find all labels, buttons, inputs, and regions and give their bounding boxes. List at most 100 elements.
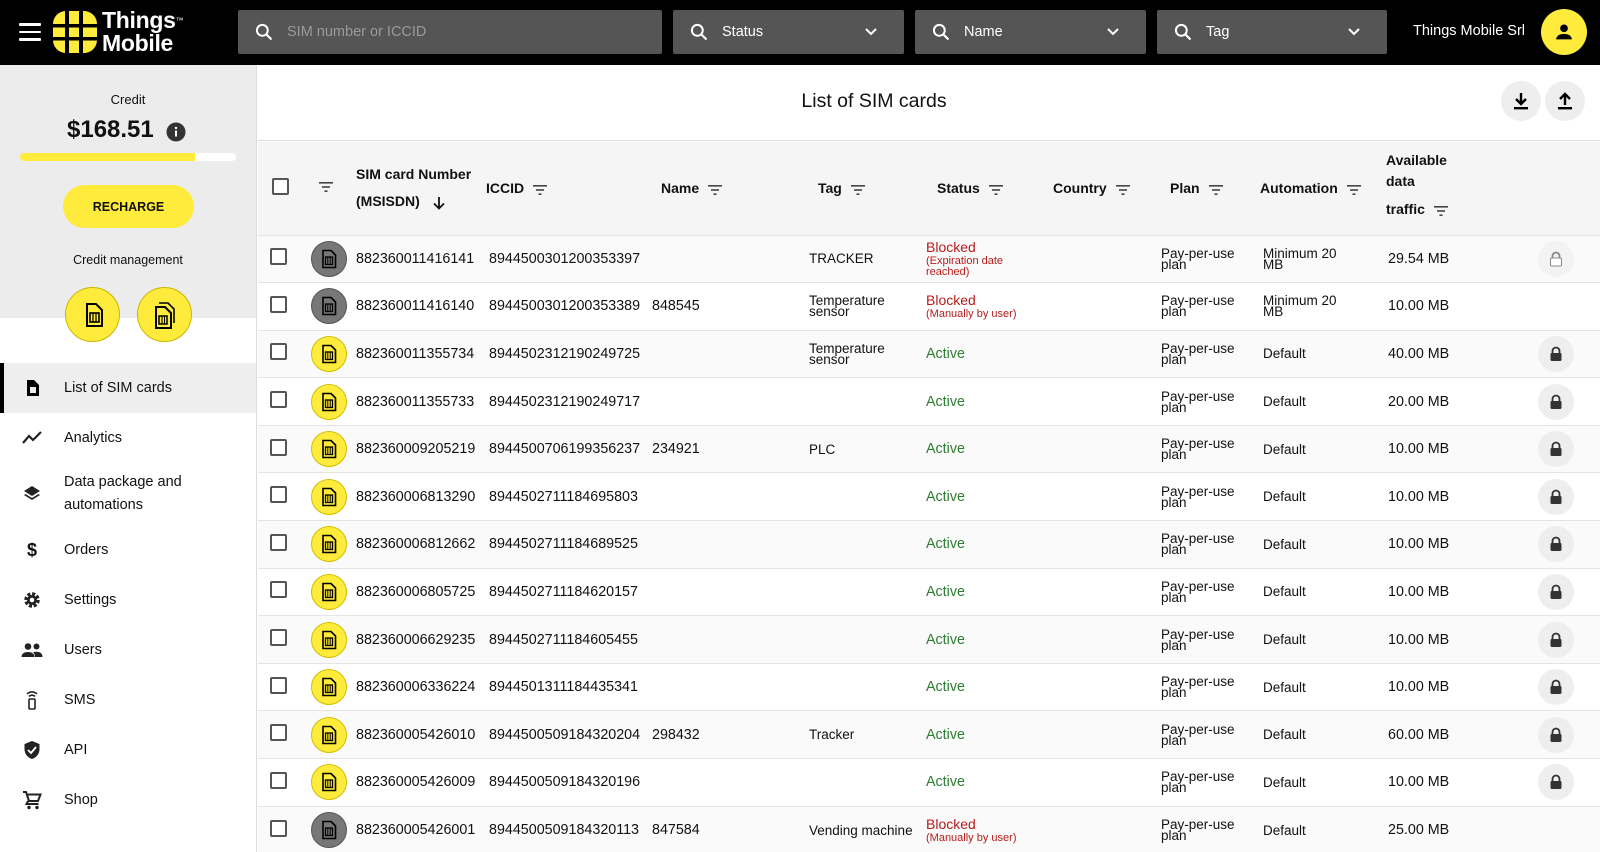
table-row[interactable]: 882360006805725 8944502711184620157 Acti… [258, 568, 1600, 616]
status-reason: (Manually by user) [926, 308, 1017, 321]
row-checkbox[interactable] [270, 819, 287, 837]
sidebar-item-data-package[interactable]: Data package and automations [0, 463, 256, 525]
table-row[interactable]: 882360006812662 8944502711184689525 Acti… [258, 520, 1600, 569]
lock-button[interactable] [1538, 383, 1574, 420]
row-checkbox[interactable] [270, 438, 287, 456]
lock-button[interactable] [1538, 335, 1574, 372]
lock-button[interactable] [1538, 716, 1574, 753]
sim-search-input[interactable]: SIM number or ICCID [238, 10, 662, 54]
select-all-checkbox[interactable] [272, 178, 289, 196]
msisdn-cell: 882360006813290 [356, 488, 476, 505]
filter-icon[interactable] [1208, 184, 1224, 196]
column-header-msisdn-sub[interactable]: (MSISDN) [356, 193, 420, 209]
table-row[interactable]: 882360009205219 8944500706199356237 2349… [258, 425, 1600, 473]
lock-button[interactable] [1538, 240, 1574, 277]
table-row[interactable]: 882360005426009 8944500509184320196 Acti… [258, 758, 1600, 807]
row-checkbox[interactable] [270, 771, 287, 789]
filter-icon[interactable] [988, 184, 1004, 196]
filter-icon[interactable] [1433, 205, 1449, 217]
upload-button[interactable] [1545, 81, 1585, 121]
download-button[interactable] [1501, 81, 1541, 121]
antenna-icon [21, 689, 43, 711]
name-cell [649, 663, 806, 711]
lock-button[interactable] [1538, 669, 1574, 706]
column-header-traffic-3[interactable]: traffic [1386, 201, 1425, 217]
logo-line2: Mobile [102, 30, 174, 56]
sidebar-item-api[interactable]: API [0, 725, 256, 775]
row-checkbox[interactable] [270, 486, 287, 504]
sidebar-item-orders[interactable]: $ Orders [0, 525, 256, 575]
lock-button[interactable] [1538, 526, 1574, 563]
sim-status-badge [311, 669, 347, 706]
sidebar-item-sms[interactable]: SMS [0, 675, 256, 725]
sidebar-item-shop[interactable]: Shop [0, 775, 256, 825]
traffic-cell: 10.00 MB [1388, 774, 1450, 791]
name-cell [649, 235, 806, 283]
table-row[interactable]: 882360006813290 8944502711184695803 Acti… [258, 472, 1600, 521]
column-header-automation[interactable]: Automation [1260, 180, 1338, 196]
single-sim-credit-button[interactable] [65, 287, 120, 342]
row-checkbox[interactable] [270, 295, 287, 313]
row-checkbox[interactable] [270, 343, 287, 361]
row-checkbox[interactable] [270, 248, 287, 266]
table-row[interactable]: 882360006336224 8944501311184435341 Acti… [258, 663, 1600, 711]
name-cell [649, 330, 806, 378]
table-row[interactable]: 882360011416140 8944500301200353389 8485… [258, 282, 1600, 331]
sidebar-item-users[interactable]: Users [0, 625, 256, 675]
lock-button[interactable] [1538, 764, 1574, 801]
sidebar-item-label: Orders [64, 541, 109, 558]
status-cell: Blocked (Manually by user) [925, 283, 1041, 331]
row-checkbox[interactable] [270, 391, 287, 409]
filter-icon[interactable] [318, 181, 334, 193]
table-row[interactable]: 882360011355734 8944502312190249725 Temp… [258, 330, 1600, 378]
name-cell: 847584 [652, 822, 700, 839]
plan-text: Pay-per-use plan [1161, 578, 1235, 605]
status-cell: Active [925, 330, 1041, 378]
column-header-name[interactable]: Name [661, 180, 699, 196]
table-row[interactable]: 882360006629235 8944502711184605455 Acti… [258, 615, 1600, 664]
filter-icon[interactable] [707, 184, 723, 196]
row-checkbox[interactable] [270, 533, 287, 551]
account-button[interactable] [1541, 9, 1587, 55]
lock-button[interactable] [1538, 478, 1574, 515]
row-checkbox[interactable] [270, 629, 287, 647]
row-checkbox[interactable] [270, 581, 287, 599]
row-checkbox[interactable] [270, 676, 287, 694]
filter-icon[interactable] [850, 184, 866, 196]
name-filter[interactable]: Name [915, 10, 1146, 54]
filter-icon[interactable] [532, 184, 548, 196]
automation-cell: Minimum 20 MB [1260, 235, 1372, 283]
plan-text: Pay-per-use plan [1161, 245, 1235, 272]
column-header-msisdn[interactable]: SIM card Number [356, 166, 471, 182]
filter-icon[interactable] [1115, 184, 1131, 196]
recharge-button[interactable]: RECHARGE [63, 185, 194, 228]
menu-icon[interactable] [19, 23, 41, 41]
table-row[interactable]: 882360011355733 8944502312190249717 Acti… [258, 377, 1600, 426]
lock-button[interactable] [1538, 431, 1574, 468]
sidebar-item-settings[interactable]: Settings [0, 575, 256, 625]
column-header-iccid[interactable]: ICCID [486, 180, 524, 196]
sim-status-badge [311, 764, 347, 801]
row-checkbox[interactable] [270, 724, 287, 742]
dollar-icon: $ [26, 539, 37, 560]
table-row[interactable]: 882360005426001 8944500509184320113 8475… [258, 806, 1600, 852]
column-header-plan[interactable]: Plan [1170, 180, 1200, 196]
lock-button[interactable] [1538, 573, 1574, 610]
table-row[interactable]: 882360011416141 8944500301200353397 TRAC… [258, 235, 1600, 283]
column-header-traffic-2[interactable]: data [1386, 173, 1415, 189]
column-header-tag[interactable]: Tag [818, 180, 842, 196]
tag-filter[interactable]: Tag [1157, 10, 1387, 54]
column-header-status[interactable]: Status [937, 180, 980, 196]
filter-icon[interactable] [1346, 184, 1362, 196]
sidebar-item-list-of-sim-cards[interactable]: List of SIM cards [0, 363, 256, 413]
sidebar-item-analytics[interactable]: Analytics [0, 413, 256, 463]
table-row[interactable]: 882360005426010 8944500509184320204 2984… [258, 710, 1600, 759]
info-icon[interactable] [166, 122, 186, 142]
status-cell: Active [925, 473, 1041, 521]
status-filter[interactable]: Status [673, 10, 904, 54]
column-header-traffic[interactable]: Available [1386, 152, 1447, 168]
multi-sim-credit-button[interactable] [137, 287, 192, 342]
lock-button[interactable] [1538, 621, 1574, 658]
arrow-down-icon[interactable] [432, 196, 446, 210]
column-header-country[interactable]: Country [1053, 180, 1107, 196]
